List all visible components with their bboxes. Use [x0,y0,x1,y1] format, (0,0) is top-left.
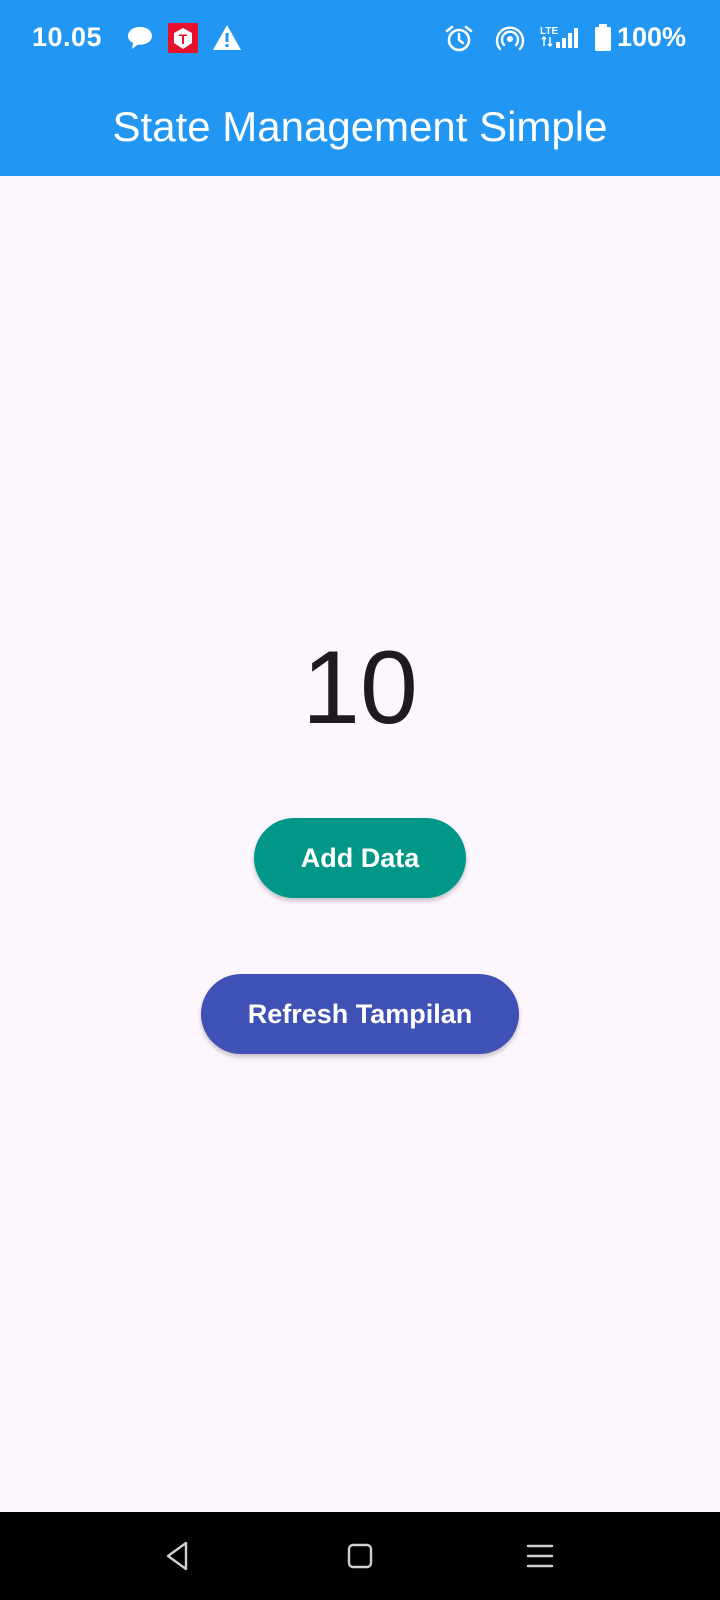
app-bar: State Management Simple [0,82,720,176]
hotspot-icon [495,26,525,51]
page-title: State Management Simple [112,103,608,150]
chat-bubble-icon [128,27,152,49]
warning-icon [213,25,241,50]
status-bar: 10.05 T LTE 100% [0,0,720,82]
navigation-bar [0,1512,720,1600]
home-icon[interactable] [336,1532,384,1580]
refresh-button[interactable]: Refresh Tampilan [201,974,519,1054]
add-data-button[interactable]: Add Data [254,818,466,898]
lte-signal-icon: LTE [540,26,578,48]
status-time: 10.05 [32,22,103,52]
menu-icon[interactable] [516,1532,564,1580]
svg-text:T: T [179,31,188,47]
counter-value: 10 [302,630,418,746]
alarm-icon [445,25,473,52]
battery-percentage: 100% [616,22,686,52]
t-app-icon: T [168,23,198,53]
battery-icon [595,24,611,51]
back-icon[interactable] [154,1532,202,1580]
network-label: LTE [540,26,558,37]
